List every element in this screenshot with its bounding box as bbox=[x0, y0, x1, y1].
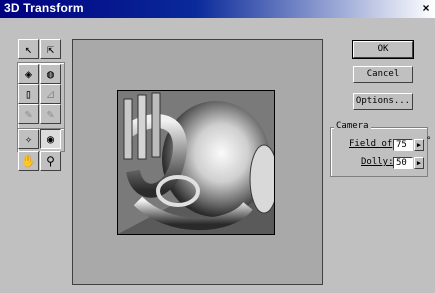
hand-icon: ✋ bbox=[21, 154, 36, 168]
selection-arrow-icon: ↖ bbox=[24, 42, 33, 56]
direct-selection-icon: ⇱ bbox=[46, 42, 55, 56]
close-icon[interactable]: × bbox=[419, 2, 433, 15]
title-bar[interactable]: 3D Transform × bbox=[0, 0, 435, 18]
cube-tool-button[interactable]: ◈ bbox=[18, 64, 39, 84]
zoom-tool-button[interactable]: ⚲ bbox=[40, 151, 61, 171]
options-button[interactable]: Options... bbox=[353, 93, 413, 110]
hand-tool-button[interactable]: ✋ bbox=[18, 151, 39, 171]
pan-camera-icon: ✧ bbox=[24, 132, 33, 146]
camera-group bbox=[330, 127, 428, 177]
trackball-tool-button[interactable]: ◉ bbox=[40, 129, 61, 149]
ok-button-label: OK bbox=[377, 44, 389, 54]
ok-button[interactable]: OK bbox=[352, 40, 414, 59]
field-of-view-input[interactable]: 75 bbox=[393, 139, 413, 151]
direct-selection-tool-button[interactable]: ⇱ bbox=[40, 39, 61, 59]
pan-camera-tool-button[interactable]: ✧ bbox=[18, 129, 39, 149]
cancel-button[interactable]: Cancel bbox=[353, 66, 413, 83]
sphere-tool-icon: ◍ bbox=[46, 67, 55, 81]
sphere-tool-button[interactable]: ◍ bbox=[40, 64, 61, 84]
cylinder-tool-icon: ▯ bbox=[24, 87, 33, 101]
dolly-spin-button[interactable]: ▶ bbox=[414, 157, 424, 169]
cylinder-tool-button[interactable]: ▯ bbox=[18, 84, 39, 104]
dolly-input[interactable]: 50 bbox=[393, 157, 413, 169]
cancel-button-label: Cancel bbox=[366, 69, 400, 79]
camera-group-label: Camera bbox=[334, 121, 371, 131]
degree-unit: ° bbox=[426, 136, 432, 146]
field-of-view-label: Field of bbox=[349, 139, 393, 149]
options-button-label: Options... bbox=[355, 96, 411, 106]
zoom-icon: ⚲ bbox=[46, 154, 55, 168]
tuba-render bbox=[118, 91, 274, 234]
selection-tool-button[interactable]: ↖ bbox=[18, 39, 39, 59]
window-title: 3D Transform bbox=[4, 1, 84, 15]
delete-anchor-tool-button[interactable]: ⊿ bbox=[40, 84, 61, 104]
delete-anchor-icon: ⊿ bbox=[45, 87, 56, 101]
dolly-label: Dolly: bbox=[361, 157, 394, 167]
cube-tool-icon: ◈ bbox=[24, 67, 33, 81]
add-point-icon: ✎ bbox=[24, 107, 33, 121]
field-of-view-spin-button[interactable]: ▶ bbox=[414, 139, 424, 151]
3d-transform-dialog: 3D Transform × ↖ ⇱ ◈ ◍ ▯ ⊿ ✎ ✎ ✧ ◉ ✋ ⚲ O… bbox=[0, 0, 435, 293]
triangle-right-icon: ▶ bbox=[416, 141, 422, 149]
add-anchor-tool-button[interactable]: ✎ bbox=[18, 104, 39, 124]
preview-image[interactable] bbox=[117, 90, 275, 235]
remove-anchor-tool-button[interactable]: ✎ bbox=[40, 104, 61, 124]
remove-point-icon: ✎ bbox=[46, 107, 55, 121]
triangle-right-icon: ▶ bbox=[416, 159, 422, 167]
trackball-icon: ◉ bbox=[46, 132, 55, 146]
